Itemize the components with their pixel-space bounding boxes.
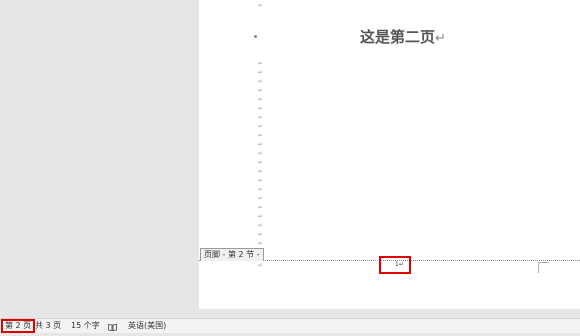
bullet-mark	[254, 35, 257, 38]
paragraph-mark: ↵	[258, 105, 264, 112]
book-icon[interactable]	[108, 322, 117, 331]
heading-text: 这是第二页	[360, 28, 436, 46]
status-word-count[interactable]: 15 个字	[71, 319, 100, 333]
paragraph-mark: ↵	[258, 186, 264, 193]
status-language[interactable]: 英语(美国)	[128, 319, 166, 333]
paragraph-mark: ↵	[258, 159, 264, 166]
paragraph-mark: ↵	[258, 78, 264, 85]
footer-section-tab[interactable]: 页脚 - 第 2 节 -	[200, 248, 264, 261]
document-workspace: ↵ ↵ ↵ ↵ ↵ ↵ ↵ ↵ ↵ ↵ ↵ ↵ ↵ ↵ ↵ ↵ ↵ ↵ ↵ ↵ …	[0, 0, 580, 318]
page-heading[interactable]: 这是第二页↵	[360, 26, 446, 48]
status-bar: 第 2 页 共 3 页 15 个字 英语(美国)	[0, 318, 580, 333]
paragraph-mark: ↵	[258, 141, 264, 148]
paragraph-mark: ↵	[258, 87, 264, 94]
paragraph-mark: ↵	[258, 150, 264, 157]
paragraph-mark: ↵	[258, 96, 264, 103]
paragraph-mark: ↵	[258, 69, 264, 76]
paragraph-mark: ↵	[258, 262, 264, 269]
paragraph-mark: ↵	[258, 177, 264, 184]
status-page-indicator[interactable]: 第 2 页	[1, 319, 36, 333]
paragraph-mark: ↵	[258, 123, 264, 130]
paragraph-mark: ↵	[258, 168, 264, 175]
paragraph-mark: ↵	[258, 222, 264, 229]
paragraph-mark: ↵	[258, 132, 264, 139]
paragraph-mark: ↵	[258, 114, 264, 121]
paragraph-mark: ↵	[258, 213, 264, 220]
paragraph-mark: ↵	[258, 2, 264, 9]
paragraph-mark: ↵	[258, 195, 264, 202]
heading-paragraph-mark: ↵	[435, 31, 446, 46]
footer-page-number[interactable]: 1↵	[395, 261, 404, 269]
status-total-pages: 共 3 页	[35, 321, 62, 330]
margin-corner-mark	[538, 262, 549, 273]
paragraph-mark: ↵	[258, 231, 264, 238]
paragraph-mark: ↵	[258, 60, 264, 67]
paragraph-mark: ↵	[258, 240, 264, 247]
paragraph-marks: ↵ ↵ ↵ ↵ ↵ ↵ ↵ ↵ ↵ ↵ ↵ ↵ ↵ ↵ ↵ ↵ ↵ ↵ ↵ ↵ …	[258, 0, 266, 270]
paragraph-mark: ↵	[258, 204, 264, 211]
